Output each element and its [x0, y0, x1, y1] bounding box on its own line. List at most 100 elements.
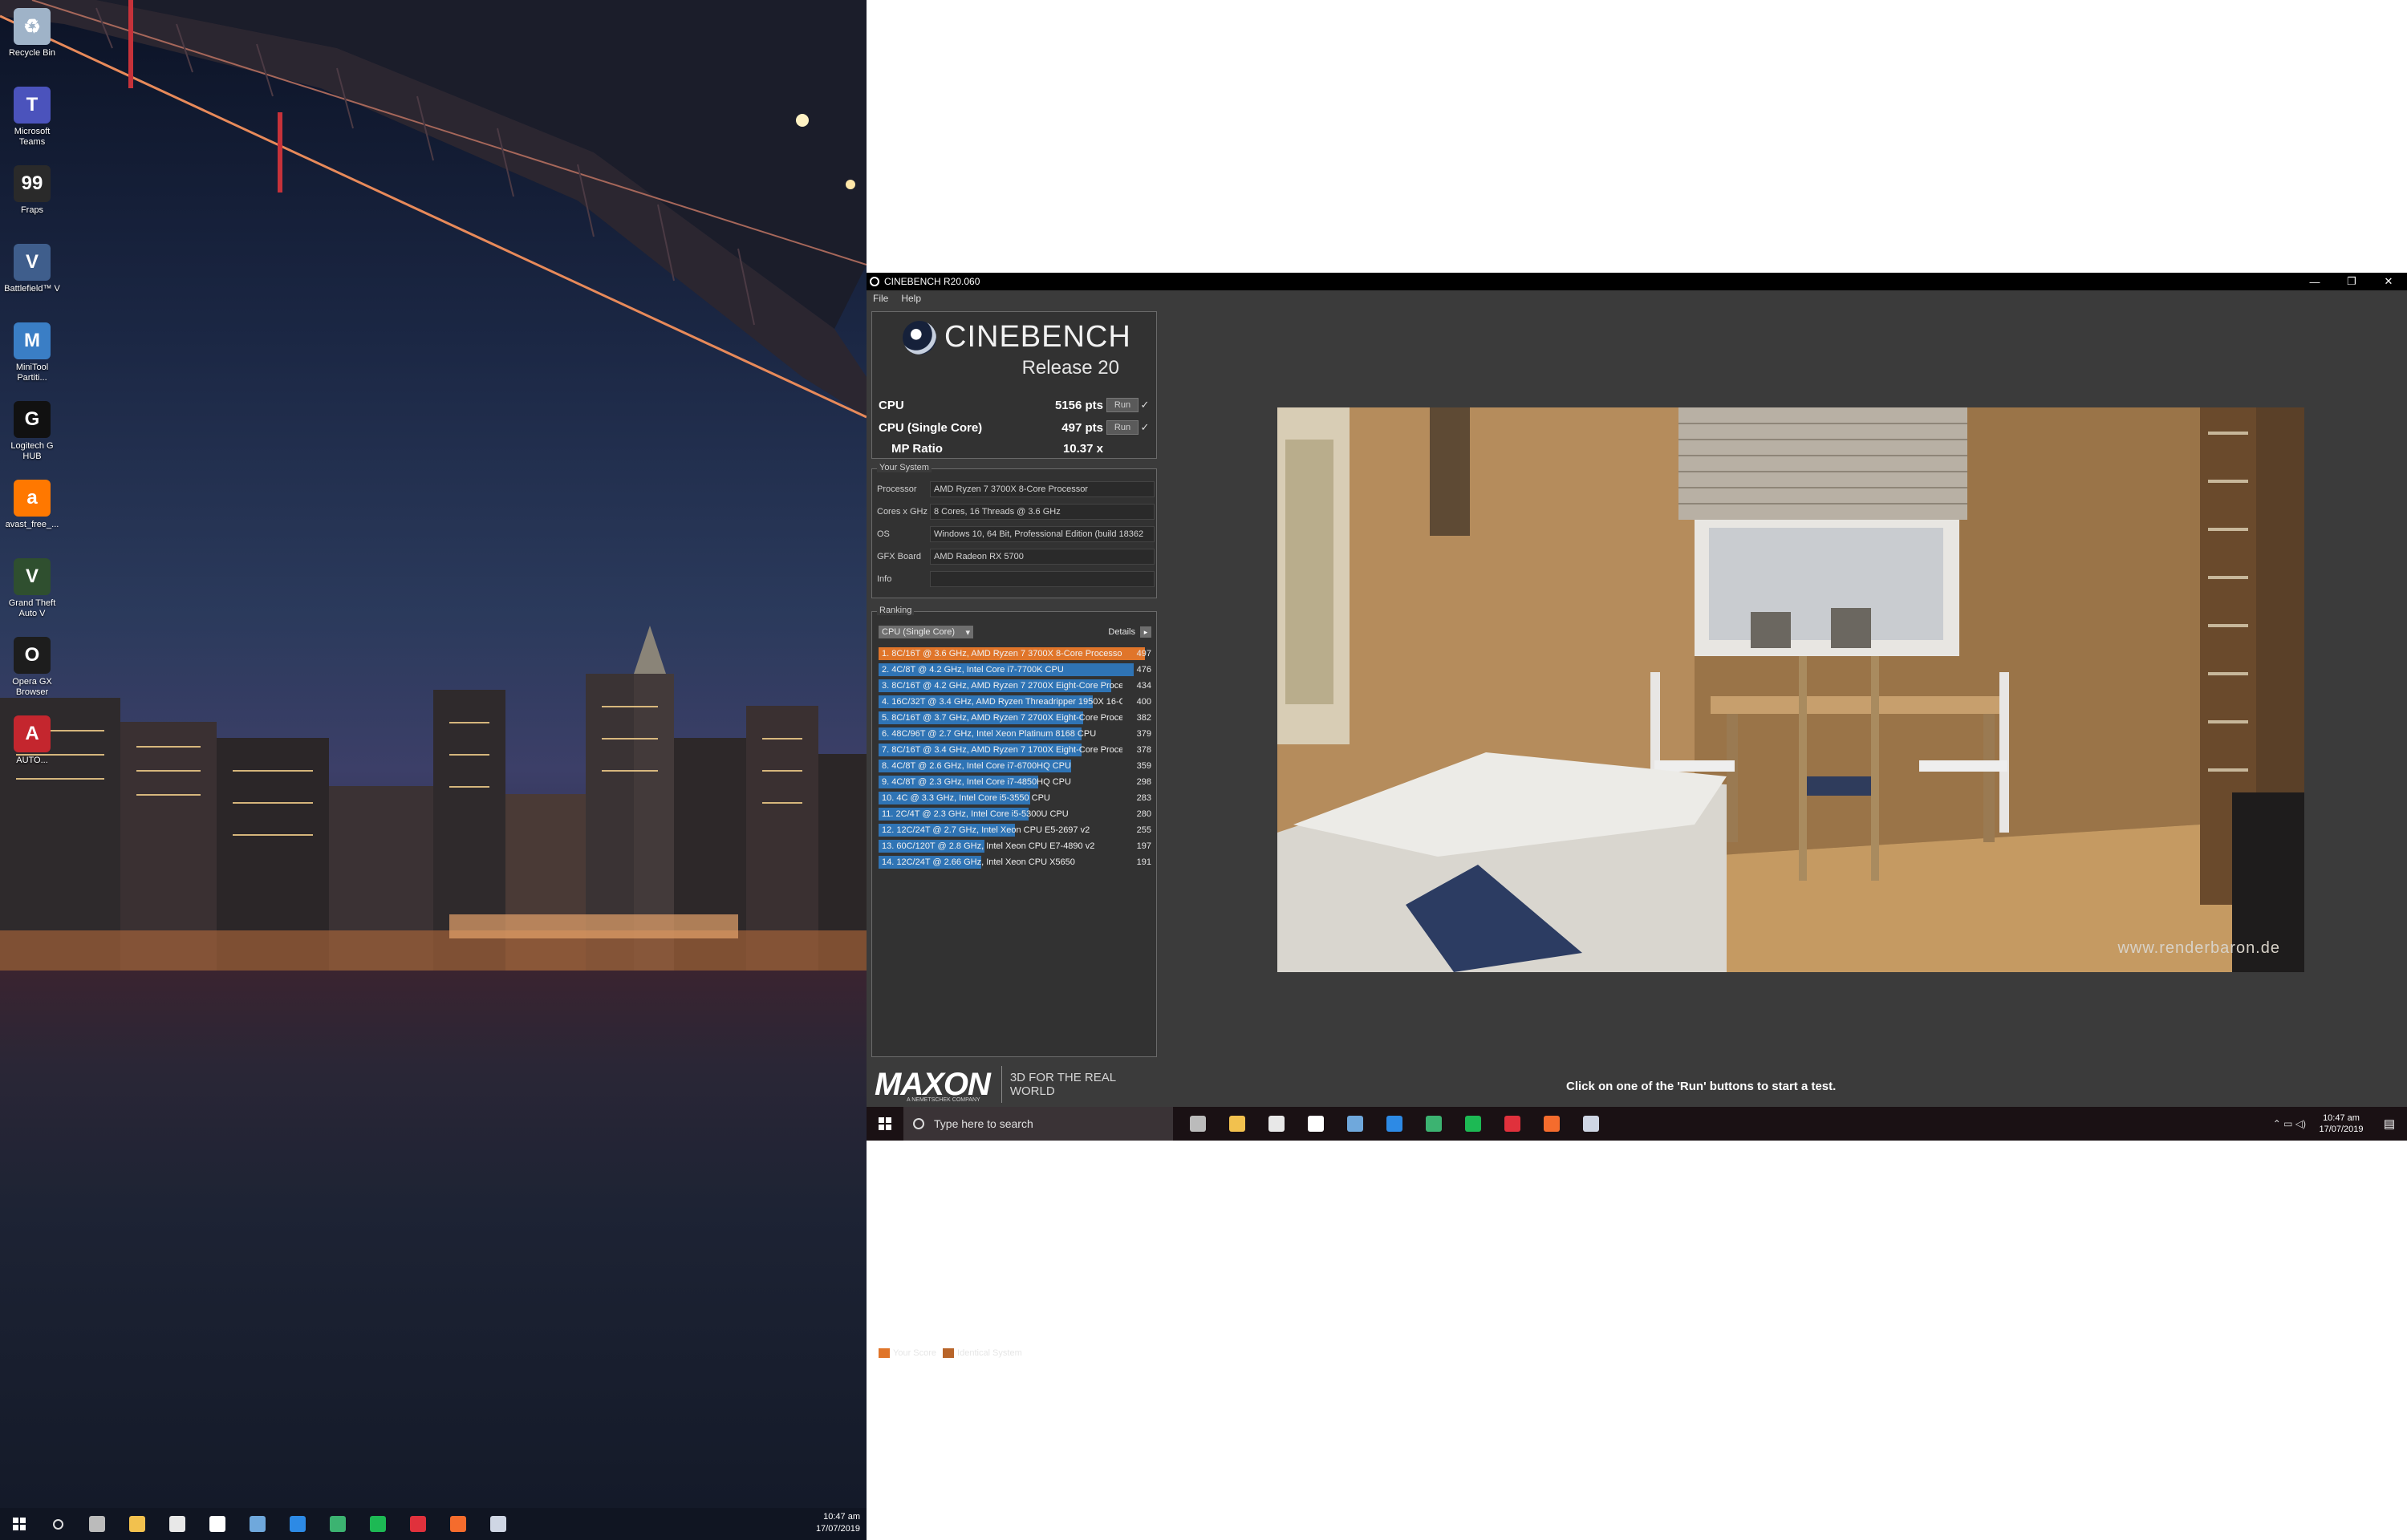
mail-taskbar-button[interactable] — [197, 1508, 237, 1540]
notification-icon[interactable]: ▤ — [2372, 1107, 2407, 1141]
mail-taskbar-button[interactable] — [1296, 1108, 1335, 1140]
score-row-cpu: CPU 5156 pts Run ✓ — [879, 395, 1151, 415]
avast-icon: a — [14, 480, 51, 517]
app-blue-taskbar-button[interactable] — [278, 1508, 318, 1540]
ranking-row[interactable]: 4. 16C/32T @ 3.4 GHz, AMD Ryzen Threadri… — [879, 694, 1155, 710]
desktop-icon[interactable]: a avast_free_... — [3, 476, 61, 555]
steam-taskbar-button[interactable] — [1335, 1108, 1374, 1140]
store-icon — [169, 1516, 185, 1532]
monitor-app-taskbar-button[interactable] — [318, 1508, 358, 1540]
ranking-score: 298 — [1136, 777, 1151, 787]
run-single-core-button[interactable]: Run — [1106, 420, 1139, 435]
taskbar-clock[interactable]: 10:47 am 17/07/2019 — [2311, 1112, 2372, 1135]
monitor-app-taskbar-button[interactable] — [1414, 1108, 1453, 1140]
checkbox-single-core[interactable]: ✓ — [1139, 421, 1151, 434]
search-button-left[interactable] — [39, 1508, 77, 1540]
desktop-icon[interactable]: G Logitech G HUB — [3, 398, 61, 476]
cinebench-taskbar-button[interactable] — [1571, 1108, 1610, 1140]
store-taskbar-button[interactable] — [157, 1508, 197, 1540]
ranking-row[interactable]: 12. 12C/24T @ 2.7 GHz, Intel Xeon CPU E5… — [879, 822, 1155, 838]
left-clock[interactable]: 10:47 am 17/07/2019 — [816, 1511, 860, 1535]
ranking-row[interactable]: 2. 4C/8T @ 4.2 GHz, Intel Core i7-7700K … — [879, 662, 1155, 678]
origin-taskbar-button[interactable] — [1532, 1108, 1571, 1140]
ranking-score: 379 — [1136, 729, 1151, 739]
taskbar-search-input[interactable]: Type here to search — [903, 1107, 1173, 1141]
ranking-row[interactable]: 13. 60C/120T @ 2.8 GHz, Intel Xeon CPU E… — [879, 838, 1155, 854]
right-desktop: CINEBENCH R20.060 — ❐ ✕ File Help CINEBE… — [867, 0, 2407, 1540]
details-toggle-button[interactable]: ▸ — [1140, 626, 1151, 638]
score-box: CINEBENCH Release 20 CPU 5156 pts Run ✓ … — [871, 311, 1157, 459]
ranking-select[interactable]: CPU (Single Core) ▾ — [879, 626, 973, 638]
ranking-row[interactable]: 7. 8C/16T @ 3.4 GHz, AMD Ryzen 7 1700X E… — [879, 742, 1155, 758]
legend-swatch-your-score — [879, 1348, 890, 1358]
opera-gx-taskbar-button[interactable] — [1492, 1108, 1532, 1140]
ranking-score: 434 — [1136, 681, 1151, 691]
file-explorer-taskbar-button[interactable] — [117, 1508, 157, 1540]
left-taskbar: 10:47 am 17/07/2019 — [0, 1508, 867, 1540]
system-key: Info — [877, 574, 892, 584]
title-bar[interactable]: CINEBENCH R20.060 — ❐ ✕ — [867, 273, 2407, 290]
steam-icon — [250, 1516, 266, 1532]
desktop-icon[interactable]: V Battlefield™ V — [3, 241, 61, 319]
legend-your-score: Your Score — [893, 1348, 937, 1358]
file-explorer-taskbar-button[interactable] — [1217, 1108, 1256, 1140]
ranking-row[interactable]: 10. 4C @ 3.3 GHz, Intel Core i5-3550 CPU… — [879, 790, 1155, 806]
desktop-icon[interactable]: V Grand Theft Auto V — [3, 555, 61, 634]
desktop-icon[interactable]: ♻ Recycle Bin — [3, 5, 61, 83]
minimize-button[interactable]: — — [2296, 273, 2333, 290]
system-value-field[interactable] — [930, 571, 1155, 587]
run-cpu-button[interactable]: Run — [1106, 398, 1139, 412]
desktop-icon-label: Opera GX Browser — [12, 677, 52, 697]
task-view-taskbar-button[interactable] — [77, 1508, 117, 1540]
start-button[interactable] — [867, 1107, 903, 1141]
score-row-single-core: CPU (Single Core) 497 pts Run ✓ — [879, 418, 1151, 437]
spotify-taskbar-button[interactable] — [1453, 1108, 1492, 1140]
desktop-icon[interactable]: O Opera GX Browser — [3, 634, 61, 712]
desktop-icon-label: Grand Theft Auto V — [8, 598, 56, 618]
store-taskbar-button[interactable] — [1256, 1108, 1296, 1140]
cinebench-app-icon — [870, 277, 879, 286]
ranking-row[interactable]: 3. 8C/16T @ 4.2 GHz, AMD Ryzen 7 2700X E… — [879, 678, 1155, 694]
system-row: Info — [877, 570, 1155, 588]
close-button[interactable]: ✕ — [2370, 273, 2407, 290]
spotify-taskbar-button[interactable] — [358, 1508, 398, 1540]
restore-button[interactable]: ❐ — [2333, 273, 2370, 290]
ranking-label: 6. 48C/96T @ 2.7 GHz, Intel Xeon Platinu… — [882, 729, 1097, 739]
checkbox-cpu[interactable]: ✓ — [1139, 399, 1151, 411]
ranking-score: 476 — [1136, 665, 1151, 675]
system-key: Cores x GHz — [877, 507, 927, 517]
opera-gx-taskbar-button[interactable] — [398, 1508, 438, 1540]
legend-identical-system: Identical System — [957, 1348, 1022, 1358]
desktop-icon[interactable]: T Microsoft Teams — [3, 83, 61, 162]
chevron-down-icon: ▾ — [965, 627, 970, 638]
origin-taskbar-button[interactable] — [438, 1508, 478, 1540]
ranking-row[interactable]: 1. 8C/16T @ 3.6 GHz, AMD Ryzen 7 3700X 8… — [879, 646, 1155, 662]
steam-taskbar-button[interactable] — [237, 1508, 278, 1540]
left-panel: CINEBENCH Release 20 CPU 5156 pts Run ✓ … — [871, 311, 1157, 1358]
ranking-row[interactable]: 8. 4C/8T @ 2.6 GHz, Intel Core i7-6700HQ… — [879, 758, 1155, 774]
maxon-tagline: 3D FOR THE REAL WORLD — [1009, 1071, 1116, 1098]
ranking-label: 2. 4C/8T @ 4.2 GHz, Intel Core i7-7700K … — [882, 665, 1064, 675]
start-button-left[interactable] — [0, 1508, 39, 1540]
desktop-icon[interactable]: A AUTO... — [3, 712, 61, 791]
task-view-taskbar-button[interactable] — [1178, 1108, 1217, 1140]
desktop-icon[interactable]: M MiniTool Partiti... — [3, 319, 61, 398]
render-view: www.renderbaron.de — [1277, 407, 2304, 972]
ranking-row[interactable]: 11. 2C/4T @ 2.3 GHz, Intel Core i5-5300U… — [879, 806, 1155, 822]
wallpaper-city — [0, 626, 867, 971]
app-blue-icon — [1386, 1116, 1402, 1132]
ranking-row[interactable]: 5. 8C/16T @ 3.7 GHz, AMD Ryzen 7 2700X E… — [879, 710, 1155, 726]
score-value: 497 pts — [1061, 420, 1103, 435]
app-blue-taskbar-button[interactable] — [1374, 1108, 1414, 1140]
ranking-row[interactable]: 6. 48C/96T @ 2.7 GHz, Intel Xeon Platinu… — [879, 726, 1155, 742]
ranking-score: 255 — [1136, 825, 1151, 835]
desktop-icon[interactable]: 99 Fraps — [3, 162, 61, 241]
menu-file[interactable]: File — [867, 293, 895, 304]
tray-icons[interactable]: ⌃ ▭ ◁) — [2273, 1118, 2306, 1129]
menu-help[interactable]: Help — [895, 293, 927, 304]
ranking-row[interactable]: 14. 12C/24T @ 2.66 GHz, Intel Xeon CPU X… — [879, 854, 1155, 870]
details-label[interactable]: Details — [1108, 627, 1135, 637]
cinebench-taskbar-button[interactable] — [478, 1508, 518, 1540]
ranking-row[interactable]: 9. 4C/8T @ 2.3 GHz, Intel Core i7-4850HQ… — [879, 774, 1155, 790]
ranking-label: 14. 12C/24T @ 2.66 GHz, Intel Xeon CPU X… — [882, 857, 1075, 867]
